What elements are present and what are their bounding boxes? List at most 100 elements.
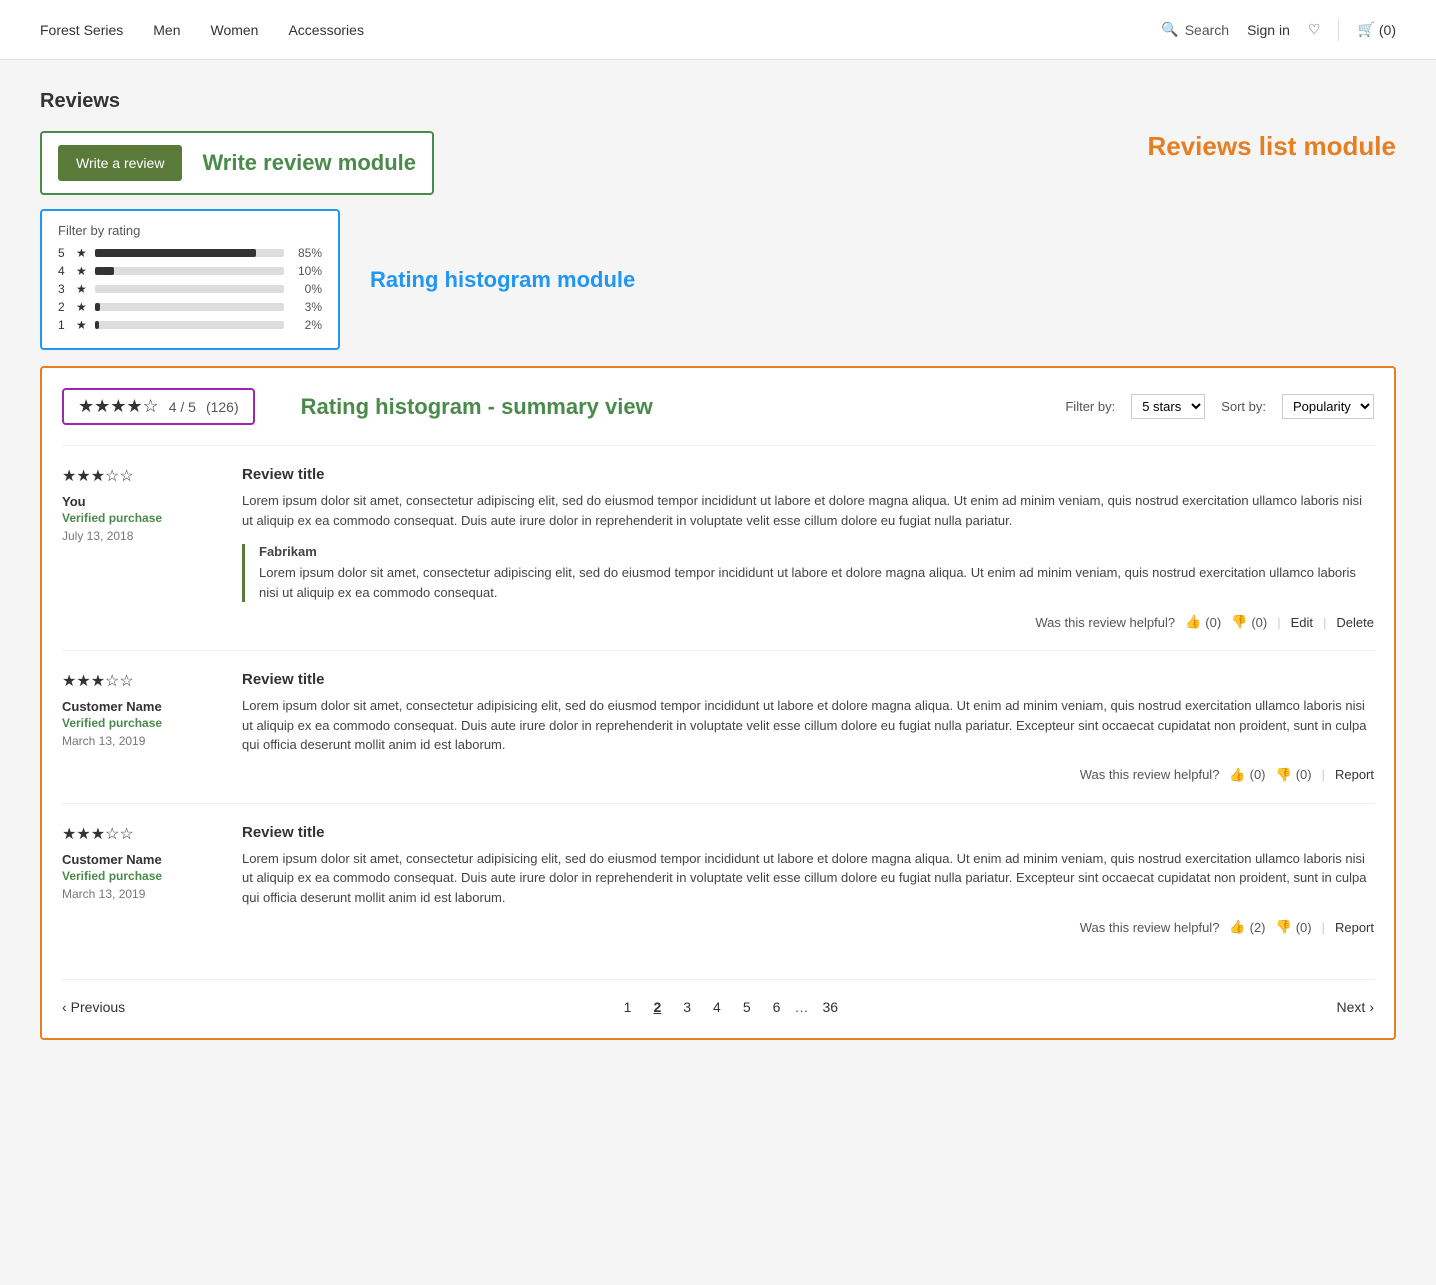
hist-num: 5 <box>58 246 68 260</box>
histogram-row[interactable]: 3 ★ 0% <box>58 282 322 296</box>
page-num-4[interactable]: 4 <box>705 996 729 1018</box>
review-left: ★★★☆☆ Customer Name Verified purchase Ma… <box>62 824 222 936</box>
nav-forest-series[interactable]: Forest Series <box>40 22 123 38</box>
cart-button[interactable]: 🛒 (0) <box>1357 21 1396 38</box>
next-label: Next <box>1337 999 1366 1015</box>
hist-bar-bg <box>95 267 284 275</box>
thumbs-up-button[interactable]: 👍 (2) <box>1229 919 1265 935</box>
review-stars: ★★★☆☆ <box>62 671 222 691</box>
chevron-right-icon: › <box>1369 999 1374 1015</box>
review-user: Customer Name <box>62 699 222 714</box>
edit-button[interactable]: Edit <box>1291 615 1313 630</box>
thumbs-down-button[interactable]: 👎 (0) <box>1276 767 1312 783</box>
sep: | <box>1277 615 1280 630</box>
nav-accessories[interactable]: Accessories <box>288 22 363 38</box>
page-num-6[interactable]: 6 <box>765 996 789 1018</box>
review-title: Review title <box>242 466 1374 483</box>
write-review-module: Write a review Write review module <box>40 131 434 195</box>
page-num-2[interactable]: 2 <box>645 996 669 1018</box>
nav-men[interactable]: Men <box>153 22 180 38</box>
hist-bar-fill <box>95 267 114 275</box>
review-left: ★★★☆☆ Customer Name Verified purchase Ma… <box>62 671 222 783</box>
signin-link[interactable]: Sign in <box>1247 22 1290 38</box>
delete-button[interactable]: Delete <box>1336 615 1374 630</box>
sort-select[interactable]: Popularity Newest Oldest <box>1282 394 1374 419</box>
table-row: ★★★☆☆ Customer Name Verified purchase Ma… <box>62 803 1374 956</box>
hist-num: 3 <box>58 282 68 296</box>
thumbs-down-button[interactable]: 👎 (0) <box>1231 614 1267 630</box>
cart-count: (0) <box>1379 22 1396 38</box>
sort-label: Sort by: <box>1221 399 1266 414</box>
review-body: Lorem ipsum dolor sit amet, consectetur … <box>242 696 1374 755</box>
navbar: Forest Series Men Women Accessories 🔍 Se… <box>0 0 1436 60</box>
hist-pct: 85% <box>292 246 322 260</box>
thumbs-down-icon: 👎 <box>1276 919 1292 935</box>
thumbs-up-icon: 👍 <box>1185 614 1201 630</box>
histogram-filter-title: Filter by rating <box>58 223 322 238</box>
report-button[interactable]: Report <box>1335 767 1374 782</box>
wishlist-icon[interactable]: ♡ <box>1308 21 1321 38</box>
hist-pct: 10% <box>292 264 322 278</box>
histogram-rows: 5 ★ 85% 4 ★ 10% 3 ★ 0% 2 ★ 3% 1 ★ 2% <box>58 246 322 332</box>
review-user: Customer Name <box>62 852 222 867</box>
sep: | <box>1323 615 1326 630</box>
hist-pct: 3% <box>292 300 322 314</box>
sep: | <box>1322 920 1325 935</box>
helpful-text: Was this review helpful? <box>1080 767 1220 782</box>
review-title: Review title <box>242 824 1374 841</box>
histogram-row[interactable]: 2 ★ 3% <box>58 300 322 314</box>
review-body: Lorem ipsum dolor sit amet, consectetur … <box>242 849 1374 908</box>
sep: | <box>1322 767 1325 782</box>
review-actions: Was this review helpful? 👍 (0) 👎 (0) | E… <box>242 614 1374 630</box>
write-review-button[interactable]: Write a review <box>58 145 182 181</box>
summary-score: 4 / 5 <box>169 399 196 415</box>
review-stars: ★★★☆☆ <box>62 466 222 486</box>
fabrikam-text: Lorem ipsum dolor sit amet, consectetur … <box>259 563 1374 602</box>
histogram-row[interactable]: 5 ★ 85% <box>58 246 322 260</box>
verified-purchase-badge: Verified purchase <box>62 869 222 883</box>
hist-star-icon: ★ <box>76 246 87 260</box>
review-date: July 13, 2018 <box>62 529 222 543</box>
filter-select[interactable]: 5 stars 4 stars 3 stars 2 stars 1 star <box>1131 394 1205 419</box>
pagination: ‹ Previous 123456…36 Next › <box>62 979 1374 1018</box>
thumbs-down-icon: 👎 <box>1276 767 1292 783</box>
review-user: You <box>62 494 222 509</box>
review-stars: ★★★☆☆ <box>62 824 222 844</box>
hist-star-icon: ★ <box>76 264 87 278</box>
review-right: Review title Lorem ipsum dolor sit amet,… <box>242 671 1374 783</box>
summary-bar: ★★★★☆ 4 / 5 (126) Rating histogram - sum… <box>62 388 1374 425</box>
search-button[interactable]: 🔍 Search <box>1161 21 1229 38</box>
table-row: ★★★☆☆ Customer Name Verified purchase Ma… <box>62 650 1374 803</box>
report-button[interactable]: Report <box>1335 920 1374 935</box>
fabrikam-name: Fabrikam <box>259 544 1374 559</box>
filter-sort: Filter by: 5 stars 4 stars 3 stars 2 sta… <box>1065 394 1374 419</box>
page-num-3[interactable]: 3 <box>675 996 699 1018</box>
page-num-5[interactable]: 5 <box>735 996 759 1018</box>
hist-pct: 0% <box>292 282 322 296</box>
page-num-1[interactable]: 1 <box>616 996 640 1018</box>
prev-button[interactable]: ‹ Previous <box>62 999 125 1015</box>
thumbs-up-button[interactable]: 👍 (0) <box>1229 767 1265 783</box>
summary-count: (126) <box>206 399 239 415</box>
review-right: Review title Lorem ipsum dolor sit amet,… <box>242 824 1374 936</box>
page-num-36[interactable]: 36 <box>814 996 846 1018</box>
reviews-heading: Reviews <box>40 90 1396 113</box>
write-review-module-label: Write review module <box>202 150 416 176</box>
histogram-row[interactable]: 4 ★ 10% <box>58 264 322 278</box>
search-label: Search <box>1185 22 1229 38</box>
thumbs-up-icon: 👍 <box>1229 767 1245 783</box>
thumbs-down-button[interactable]: 👎 (0) <box>1276 919 1312 935</box>
thumbs-up-button[interactable]: 👍 (0) <box>1185 614 1221 630</box>
thumbs-down-icon: 👎 <box>1231 614 1247 630</box>
thumbs-down-count: (0) <box>1296 920 1312 935</box>
review-title: Review title <box>242 671 1374 688</box>
thumbs-down-count: (0) <box>1296 767 1312 782</box>
cart-icon: 🛒 <box>1357 21 1374 38</box>
hist-bar-bg <box>95 249 284 257</box>
page-numbers: 123456…36 <box>616 996 846 1018</box>
nav-women[interactable]: Women <box>210 22 258 38</box>
thumbs-down-count: (0) <box>1251 615 1267 630</box>
next-button[interactable]: Next › <box>1337 999 1374 1015</box>
prev-label: Previous <box>71 999 125 1015</box>
histogram-row[interactable]: 1 ★ 2% <box>58 318 322 332</box>
